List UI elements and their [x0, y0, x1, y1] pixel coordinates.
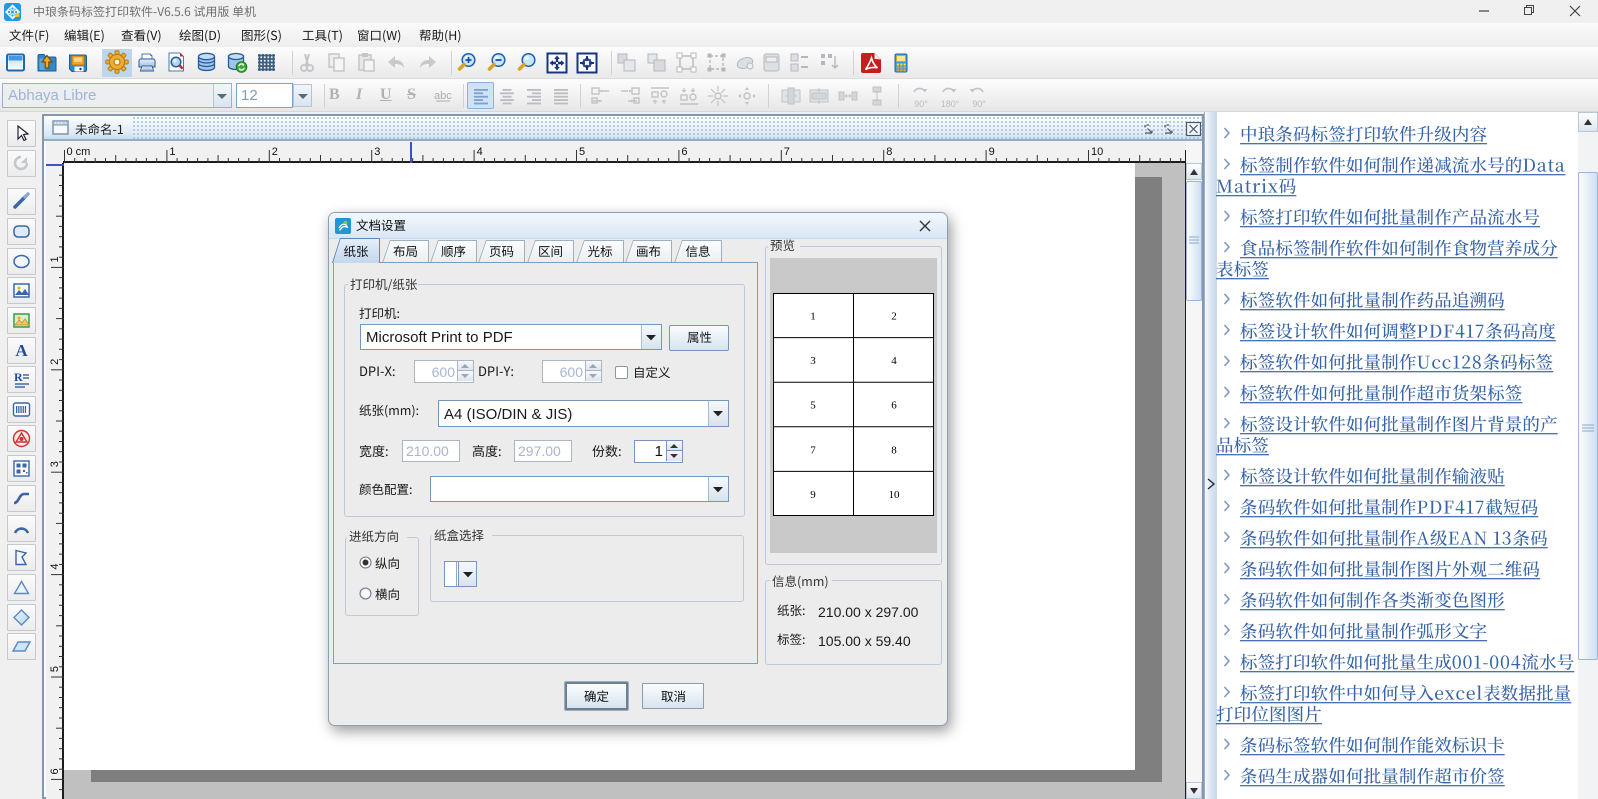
svg-text:3: 3	[374, 146, 380, 158]
svg-text:5: 5	[49, 666, 61, 672]
svg-text:9: 9	[989, 146, 995, 158]
svg-text:4: 4	[891, 355, 897, 367]
svg-text:A: A	[15, 341, 28, 360]
svg-text:8: 8	[891, 444, 897, 456]
svg-text:5: 5	[579, 146, 585, 158]
svg-text:1: 1	[810, 311, 816, 323]
svg-text:4: 4	[49, 564, 61, 570]
svg-text:3: 3	[49, 461, 61, 467]
svg-text:2: 2	[272, 146, 278, 158]
svg-text:8: 8	[886, 146, 892, 158]
svg-text:2: 2	[891, 311, 897, 323]
svg-text:90°: 90°	[972, 99, 986, 109]
svg-text:4: 4	[477, 146, 483, 158]
svg-text:10: 10	[889, 489, 901, 501]
svg-text:90°: 90°	[914, 99, 928, 109]
svg-text:abc: abc	[434, 90, 452, 102]
svg-text:3: 3	[810, 355, 816, 367]
svg-text:2: 2	[49, 359, 61, 365]
svg-text:7: 7	[810, 444, 816, 456]
svg-text:7: 7	[784, 146, 790, 158]
svg-text:1: 1	[49, 256, 61, 262]
svg-text:6: 6	[49, 768, 61, 774]
svg-text:1: 1	[169, 146, 175, 158]
svg-text:180°: 180°	[941, 99, 960, 109]
svg-text:6: 6	[681, 146, 687, 158]
svg-text:9: 9	[810, 489, 816, 501]
svg-text:6: 6	[891, 400, 897, 412]
svg-text:5: 5	[810, 400, 816, 412]
svg-text:0 cm: 0 cm	[67, 146, 91, 158]
svg-text:10: 10	[1091, 146, 1103, 158]
svg-text:R: R	[14, 370, 23, 384]
